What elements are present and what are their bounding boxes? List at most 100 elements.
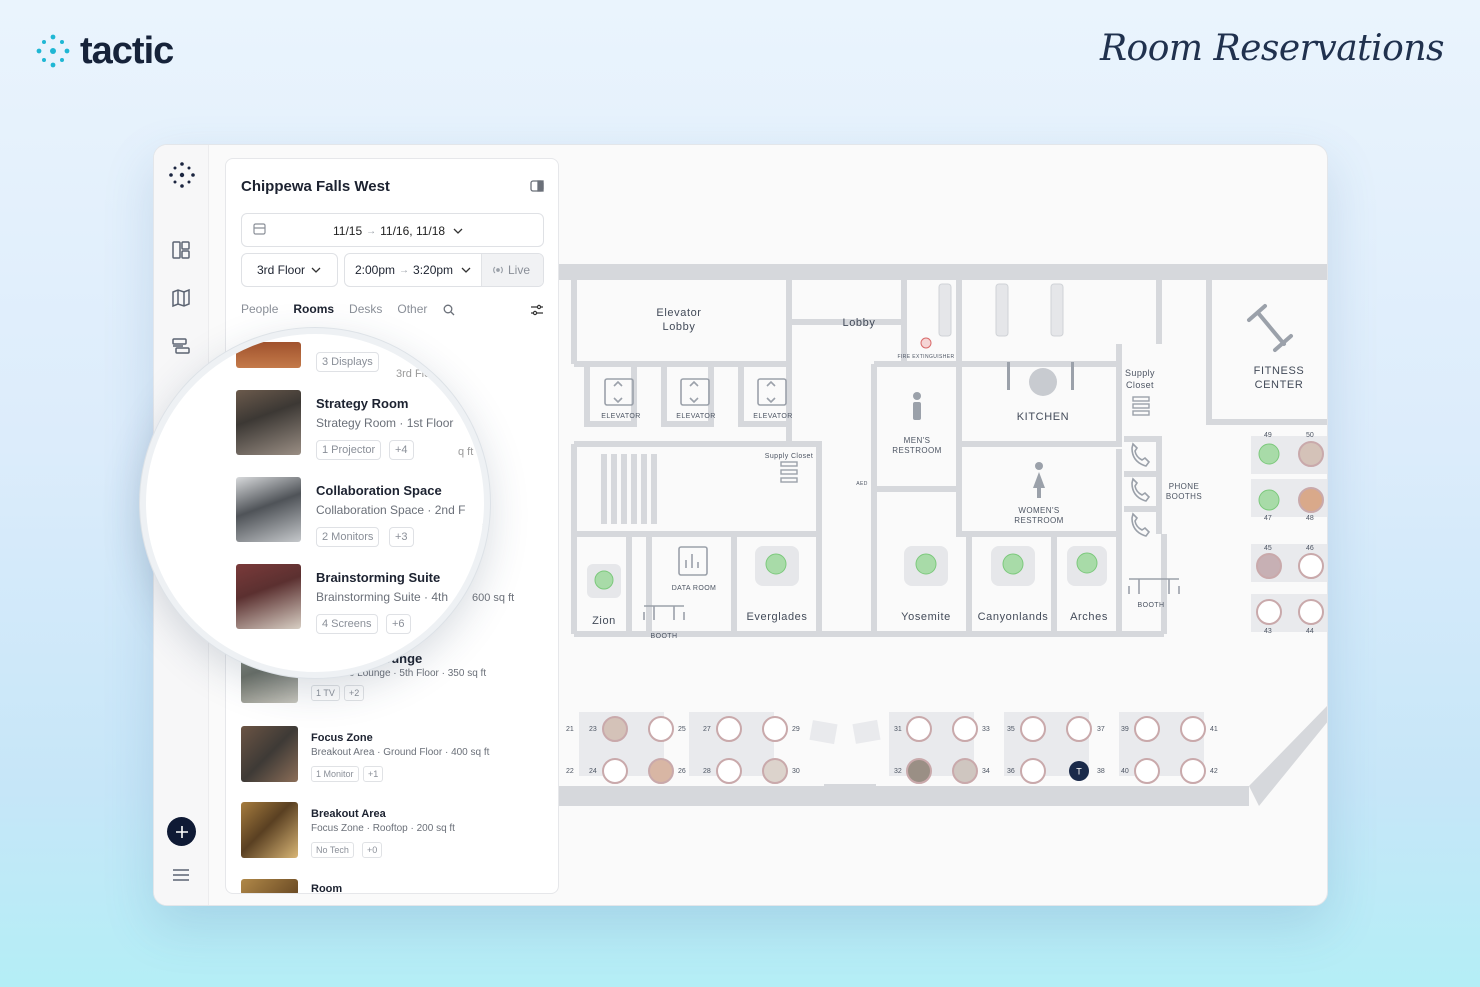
womens-restroom-label: WOMEN'S RESTROOM xyxy=(1014,506,1064,526)
elevator-label: ELEVATOR xyxy=(753,413,793,420)
map-icon[interactable] xyxy=(168,285,194,311)
live-toggle[interactable]: Live xyxy=(481,254,543,286)
desk-number: 46 xyxy=(1306,545,1314,552)
date-to: 11/16, 11/18 xyxy=(380,224,446,238)
room-details: Brainstorming Suite · 4th xyxy=(316,590,449,604)
desk-number: 25 xyxy=(678,726,686,733)
room-size-tail: q ft xyxy=(458,446,474,458)
desk-number: 42 xyxy=(1210,768,1218,775)
room-details: Strategy Room · 1st Floor xyxy=(316,416,454,430)
phone-booths-label: PHONE BOOTHS xyxy=(1165,482,1203,502)
chevron-down-icon xyxy=(461,267,471,273)
elevator-lobby-label: Elevator Lobby xyxy=(656,307,702,334)
calendar-icon xyxy=(253,223,266,238)
panel-collapse-icon[interactable] xyxy=(530,179,544,197)
supply-closet-small-label: Supply Closet xyxy=(764,453,814,460)
page-heading: Room Reservations xyxy=(1099,28,1445,69)
elevator-label: ELEVATOR xyxy=(676,413,716,420)
tab-desks[interactable]: Desks xyxy=(349,302,382,316)
room-everglades[interactable]: Everglades xyxy=(737,610,817,624)
filter-sliders-icon[interactable] xyxy=(530,303,544,321)
live-broadcast-icon xyxy=(493,266,503,274)
desk-number: 38 xyxy=(1097,768,1105,775)
fire-extinguisher-label: FIRE EXTINGUISHER xyxy=(897,354,955,360)
tab-people[interactable]: People xyxy=(241,302,278,316)
elevator-label: ELEVATOR xyxy=(601,413,641,420)
search-icon[interactable] xyxy=(443,303,455,321)
room-arches[interactable]: Arches xyxy=(1059,610,1119,624)
room-photo xyxy=(236,342,301,368)
room-photo xyxy=(241,726,298,782)
desk-number: 32 xyxy=(894,768,902,775)
booth-label: BOOTH xyxy=(650,633,678,640)
mens-restroom-label: MEN'S RESTROOM xyxy=(892,436,942,456)
desk-number: 24 xyxy=(589,768,597,775)
amenity-more-chip: +2 xyxy=(344,685,365,701)
desk-number: 31 xyxy=(894,726,902,733)
amenity-more-chip: +1 xyxy=(363,766,384,782)
room-details: 3rd Floor · 450 sq ft xyxy=(396,368,490,380)
desk-number: 50 xyxy=(1306,432,1314,439)
tab-other[interactable]: Other xyxy=(397,302,427,316)
booth-label: BOOTH xyxy=(1137,602,1165,609)
desk-number: 26 xyxy=(678,768,686,775)
desk-number: 47 xyxy=(1264,515,1272,522)
room-zion[interactable]: Zion xyxy=(579,614,629,628)
lobby-label: Lobby xyxy=(842,317,876,329)
amenity-chip: 1 TV xyxy=(311,685,340,701)
desk-number: 48 xyxy=(1306,515,1314,522)
desk-number: 43 xyxy=(1264,628,1272,635)
kitchen-label: KITCHEN xyxy=(1016,411,1070,423)
amenity-more-chip: +6 xyxy=(386,614,411,634)
tab-rooms[interactable]: Rooms xyxy=(293,302,334,316)
amenity-more-chip: +0 xyxy=(362,842,383,858)
arrow-right-icon: → xyxy=(399,264,410,276)
list-item[interactable]: Breakout Area Focus Zone · Rooftop · 200… xyxy=(226,802,558,872)
live-label: Live xyxy=(508,263,531,277)
aed-label: AED xyxy=(856,481,868,487)
floor-map: T Elevator Lobby Lobby ELEVATOR ELEVATOR… xyxy=(559,264,1327,824)
room-name: Breakout Area xyxy=(311,808,386,820)
desk-number: 41 xyxy=(1210,726,1218,733)
room-size-tail: 600 sq ft xyxy=(472,592,515,604)
room-name: Strategy Room xyxy=(316,396,409,411)
desk-number: 37 xyxy=(1097,726,1105,733)
room-photo xyxy=(236,477,301,542)
desk-number: 28 xyxy=(703,768,711,775)
room-name: Brainstorming Suite xyxy=(316,570,441,585)
schedule-icon[interactable] xyxy=(168,333,194,359)
floor-select[interactable]: 3rd Floor xyxy=(241,253,338,287)
magnifier-lens: 3 Displays 3rd Floor · 450 sq ft Strateg… xyxy=(140,328,490,678)
data-room-label: DATA ROOM xyxy=(671,585,717,592)
desk-number: 40 xyxy=(1121,768,1129,775)
desk-number: 39 xyxy=(1121,726,1129,733)
app-logo-icon[interactable] xyxy=(168,161,196,189)
chevron-down-icon xyxy=(453,228,463,234)
list-item[interactable]: Room xyxy=(226,879,558,894)
amenity-chip: 2 Monitors xyxy=(316,527,380,547)
date-from: 11/15 xyxy=(333,224,363,238)
brand-name: tactic xyxy=(80,30,174,72)
room-details: Collaboration Space · 2nd F xyxy=(316,503,466,517)
room-yosemite[interactable]: Yosemite xyxy=(881,610,971,624)
date-range-picker[interactable]: 11/15 → 11/16, 11/18 xyxy=(241,213,544,247)
room-canyonlands[interactable]: Canyonlands xyxy=(969,610,1057,624)
desk-number: 44 xyxy=(1306,628,1314,635)
amenity-more-chip: +3 xyxy=(389,527,414,547)
amenity-more-chip: +4 xyxy=(389,440,414,460)
location-title: Chippewa Falls West xyxy=(241,178,390,195)
menu-icon[interactable] xyxy=(168,862,194,888)
time-from: 2:00pm xyxy=(355,263,396,277)
room-name: Room xyxy=(311,883,343,894)
room-photo xyxy=(241,879,298,893)
time-range-picker[interactable]: 2:00pm → 3:20pm Live xyxy=(344,253,544,287)
supply-closet-label: Supply Closet xyxy=(1125,368,1155,390)
desk-number: 21 xyxy=(566,726,574,733)
list-item[interactable]: Focus Zone Breakout Area · Ground Floor … xyxy=(226,726,558,796)
dashboard-icon[interactable] xyxy=(168,237,194,263)
desk-number: 30 xyxy=(792,768,800,775)
add-button[interactable] xyxy=(167,817,196,846)
desk-number: 45 xyxy=(1264,545,1272,552)
amenity-chip: 1 Projector xyxy=(316,440,382,460)
desk-number: 27 xyxy=(703,726,711,733)
